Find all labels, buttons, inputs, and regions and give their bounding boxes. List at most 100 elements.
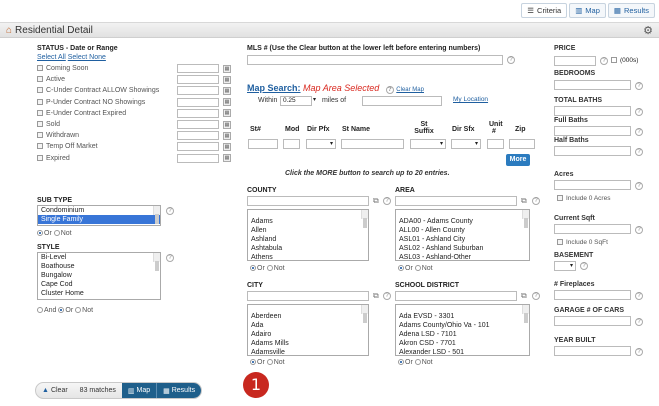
chevron-down-icon[interactable]: ▾ (313, 96, 316, 103)
help-icon[interactable]: ? (385, 86, 394, 94)
list-item[interactable]: Adams County/Ohio Va - 101 (396, 321, 529, 330)
checkbox[interactable] (37, 121, 43, 127)
list-item[interactable]: ASL03 - Ashland-Other (396, 253, 529, 260)
calendar-icon[interactable]: ▦ (223, 98, 231, 107)
fireplaces-input[interactable] (554, 290, 631, 300)
copy-icon[interactable]: ⧉ (521, 196, 527, 206)
radio-or[interactable] (398, 265, 404, 271)
radio-not[interactable] (414, 265, 421, 271)
list-item[interactable]: Adamsville (248, 348, 368, 355)
within-input[interactable]: 0.25 (280, 96, 312, 106)
school-list[interactable]: Ada EVSD - 3301 Adams County/Ohio Va - 1… (395, 304, 530, 356)
radio-not[interactable] (53, 230, 60, 236)
mls-input[interactable] (247, 55, 503, 65)
help-icon[interactable]: ? (635, 148, 643, 156)
include-acres-checkbox[interactable]: Include 0 Acres (557, 195, 610, 202)
status-option[interactable]: E-Under Contract Expired (37, 109, 126, 119)
dir-pfx-select[interactable]: ▾ (306, 139, 336, 149)
unit-input[interactable] (487, 139, 504, 149)
status-date-input[interactable] (177, 142, 219, 152)
calendar-icon[interactable]: ▦ (223, 131, 231, 140)
help-icon[interactable]: ? (635, 348, 643, 356)
criteria-button[interactable]: ☰ Criteria (521, 3, 568, 18)
radio-or[interactable] (250, 359, 256, 365)
full-baths-input[interactable] (554, 126, 631, 136)
list-item[interactable]: Athens (248, 253, 368, 260)
list-item[interactable]: Allen (248, 226, 368, 235)
results-button[interactable]: ▦ Results (156, 383, 202, 398)
status-date-input[interactable] (177, 120, 219, 129)
help-icon[interactable]: ? (635, 128, 643, 136)
dir-sfx-select[interactable]: ▾ (451, 139, 481, 149)
help-icon[interactable]: ? (532, 197, 540, 205)
select-all-link[interactable]: Select All (37, 54, 66, 61)
list-item[interactable]: Akron CSD - 7701 (396, 339, 529, 348)
checkbox[interactable] (37, 87, 43, 94)
price-unit-toggle[interactable]: (000s) (611, 57, 638, 64)
list-item[interactable]: ASL02 - Ashland Suburban (396, 244, 529, 253)
st-suffix-select[interactable]: ▾ (410, 139, 446, 149)
help-icon[interactable]: ? (580, 262, 588, 270)
mod-input[interactable] (283, 139, 300, 149)
county-filter-input[interactable] (247, 196, 369, 206)
city-filter-input[interactable] (247, 291, 369, 301)
help-icon[interactable]: ? (635, 82, 643, 90)
status-date-input[interactable] (177, 108, 219, 118)
list-item[interactable]: Alexander LSD - 501 (396, 348, 529, 355)
area-list[interactable]: ADA00 - Adams County ALL00 - Allen Count… (395, 209, 530, 261)
calendar-icon[interactable]: ▦ (223, 142, 231, 151)
half-baths-input[interactable] (554, 146, 631, 156)
results-view-button[interactable]: ▦ Results (607, 3, 655, 18)
help-icon[interactable]: ? (635, 318, 643, 326)
clear-button[interactable]: ▲ Clear (36, 383, 74, 398)
checkbox[interactable] (37, 154, 43, 161)
list-item[interactable]: Boathouse (38, 262, 160, 271)
list-item[interactable]: Ada EVSD - 3301 (396, 312, 529, 321)
status-option[interactable]: Withdrawn (37, 131, 79, 141)
basement-select[interactable]: ▾ (554, 261, 576, 271)
current-sqft-input[interactable] (554, 224, 631, 234)
list-item[interactable]: ASL01 - Ashland City (396, 235, 529, 244)
location-input[interactable] (362, 96, 442, 106)
list-item[interactable]: Cape Cod (38, 280, 160, 289)
year-built-input[interactable] (554, 346, 631, 356)
calendar-icon[interactable]: ▦ (223, 109, 231, 118)
list-item[interactable]: Ada (248, 321, 368, 330)
status-option[interactable]: C-Under Contract ALLOW Showings (37, 86, 159, 96)
school-filter-input[interactable] (395, 291, 517, 301)
help-icon[interactable]: ? (635, 108, 643, 116)
status-option[interactable]: Expired (37, 154, 70, 164)
checkbox[interactable] (37, 109, 43, 116)
list-item[interactable]: Adairo (248, 330, 368, 339)
list-item[interactable]: Adams (248, 217, 368, 226)
checkbox[interactable] (37, 143, 43, 150)
city-list[interactable]: Aberdeen Ada Adairo Adams Mills Adamsvil… (247, 304, 369, 356)
style-list[interactable]: Bi-Level Boathouse Bungalow Cape Cod Clu… (37, 252, 161, 300)
calendar-icon[interactable]: ▦ (223, 86, 231, 95)
zip-input[interactable] (509, 139, 535, 149)
list-item[interactable]: Bungalow (38, 271, 160, 280)
radio-not[interactable] (266, 359, 273, 365)
help-icon[interactable]: ? (635, 182, 643, 190)
gear-icon[interactable]: ⚙ (643, 24, 653, 37)
county-list[interactable]: Adams Allen Ashland Ashtabula Athens (247, 209, 369, 261)
acres-input[interactable] (554, 180, 631, 190)
price-min-input[interactable] (554, 56, 596, 66)
help-icon[interactable]: ? (532, 292, 540, 300)
status-date-input[interactable] (177, 153, 219, 163)
calendar-icon[interactable]: ▦ (223, 120, 231, 129)
garage-input[interactable] (554, 316, 631, 326)
radio-or[interactable] (250, 265, 256, 271)
list-item[interactable]: Bi-Level (38, 253, 160, 262)
bedrooms-input[interactable] (554, 80, 631, 90)
map-search-link[interactable]: Map Search: (247, 83, 301, 93)
status-date-input[interactable] (177, 131, 219, 141)
status-date-input[interactable] (177, 97, 219, 107)
list-item[interactable]: Aberdeen (248, 312, 368, 321)
calendar-icon[interactable]: ▦ (223, 64, 231, 73)
status-date-input[interactable] (177, 64, 219, 73)
clear-map-link[interactable]: Clear Map (396, 87, 424, 93)
my-location-link[interactable]: My Location (453, 96, 488, 103)
help-icon[interactable]: ? (166, 207, 174, 215)
list-item[interactable]: ALL00 - Allen County (396, 226, 529, 235)
